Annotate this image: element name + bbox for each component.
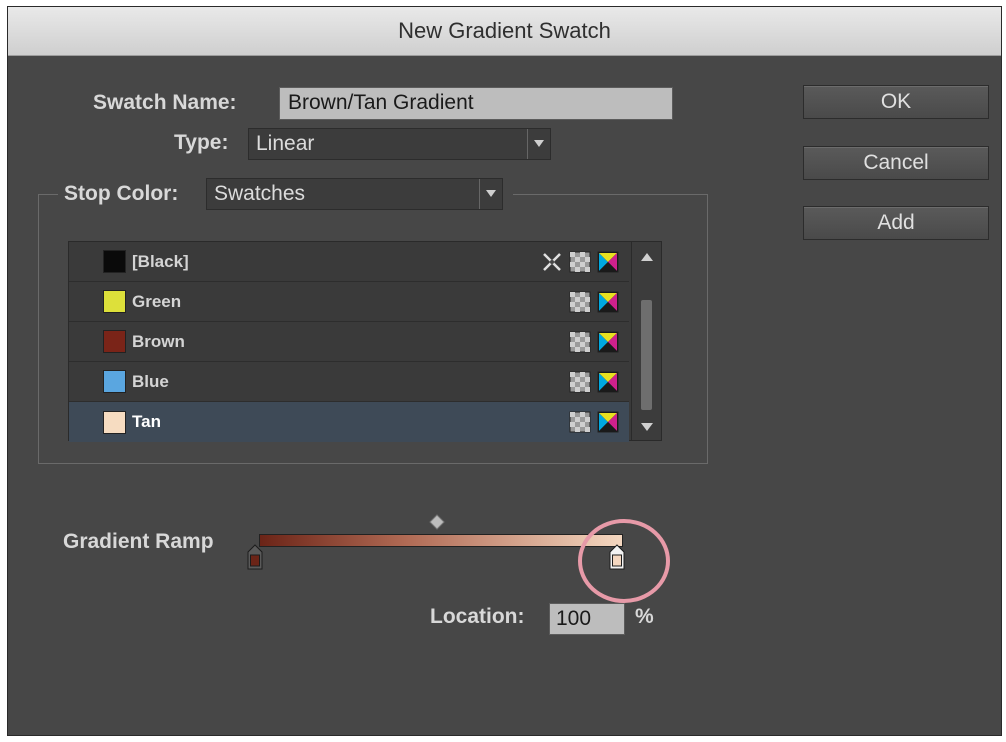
stop-color-select[interactable]: Swatches — [206, 178, 503, 210]
chevron-down-icon[interactable] — [479, 179, 502, 209]
swatch-row-icons — [569, 331, 619, 353]
scroll-thumb[interactable] — [641, 300, 652, 410]
color-chip — [103, 290, 126, 313]
swatch-name: Green — [132, 291, 182, 311]
cancel-button[interactable]: Cancel — [803, 146, 989, 180]
new-gradient-swatch-dialog: New Gradient Swatch Swatch Name: Brown/T… — [7, 6, 1002, 736]
chevron-down-icon[interactable] — [527, 129, 550, 159]
swatch-name: Brown — [132, 331, 185, 351]
dialog-titlebar[interactable]: New Gradient Swatch — [8, 7, 1001, 56]
swatch-list-scrollbar[interactable] — [631, 242, 661, 440]
cmyk-icon — [597, 291, 619, 313]
cmyk-icon — [597, 371, 619, 393]
swatch-row-icons — [569, 291, 619, 313]
stop-color-select-value: Swatches — [214, 182, 306, 205]
scroll-down-icon[interactable] — [639, 420, 655, 434]
gradient-stop-left[interactable] — [246, 544, 264, 570]
list-item[interactable]: Green — [69, 282, 629, 322]
list-item-selected[interactable]: Tan — [69, 402, 629, 442]
stop-color-label: Stop Color: — [64, 182, 179, 205]
swatch-name: Blue — [132, 371, 169, 391]
gradient-ramp[interactable] — [259, 534, 623, 547]
color-chip — [103, 370, 126, 393]
gradient-ramp-label: Gradient Ramp — [63, 530, 214, 553]
ok-button[interactable]: OK — [803, 85, 989, 119]
list-item[interactable]: [Black] — [69, 242, 629, 282]
swatch-name: [Black] — [132, 251, 189, 271]
checker-icon — [569, 291, 591, 313]
swatch-name: Tan — [132, 412, 161, 431]
type-select[interactable]: Linear — [248, 128, 551, 160]
scroll-up-icon[interactable] — [639, 250, 655, 264]
location-unit: % — [635, 605, 654, 628]
type-select-value: Linear — [256, 132, 315, 155]
color-chip — [103, 330, 126, 353]
crosshair-icon — [543, 253, 561, 271]
swatch-row-icons — [569, 371, 619, 393]
list-item[interactable]: Brown — [69, 322, 629, 362]
add-button[interactable]: Add — [803, 206, 989, 240]
swatch-name-input[interactable]: Brown/Tan Gradient — [279, 87, 673, 120]
midpoint-diamond-icon[interactable] — [429, 514, 445, 530]
dialog-title: New Gradient Swatch — [398, 18, 611, 43]
swatch-name-label: Swatch Name: — [93, 91, 237, 114]
swatch-list[interactable]: [Black] Green Brown Blue Tan — [68, 241, 662, 442]
swatch-row-icons — [541, 251, 619, 273]
cmyk-icon — [597, 411, 619, 433]
type-label: Type: — [174, 131, 229, 154]
color-chip — [103, 250, 126, 273]
location-input[interactable]: 100 — [549, 603, 625, 635]
color-chip — [103, 410, 126, 434]
cmyk-icon — [597, 331, 619, 353]
location-label: Location: — [430, 605, 525, 628]
swatch-row-icons — [569, 411, 619, 433]
checker-icon — [569, 251, 591, 273]
list-item[interactable]: Blue — [69, 362, 629, 402]
checker-icon — [569, 411, 591, 433]
checker-icon — [569, 331, 591, 353]
cmyk-icon — [597, 251, 619, 273]
checker-icon — [569, 371, 591, 393]
highlight-circle — [578, 519, 670, 603]
